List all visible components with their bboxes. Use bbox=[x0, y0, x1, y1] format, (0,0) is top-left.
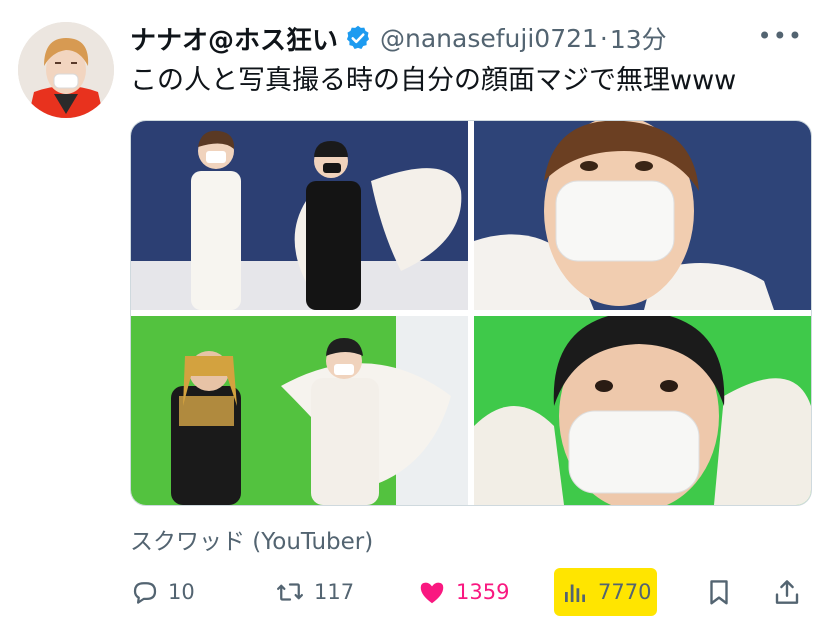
separator-dot: · bbox=[599, 23, 608, 53]
tagged-users[interactable]: スクワッド (YouTuber) bbox=[130, 522, 373, 556]
media-grid bbox=[130, 120, 812, 506]
photo-4[interactable] bbox=[474, 316, 811, 505]
action-bar: 10 117 1359 7770 bbox=[130, 568, 809, 616]
display-name[interactable]: ナナオ@ホス狂い bbox=[130, 20, 338, 57]
tweet-text: この人と写真撮る時の自分の顔面マジで無理www bbox=[130, 65, 737, 96]
views-button[interactable]: 7770 bbox=[554, 568, 658, 616]
share-button[interactable] bbox=[772, 568, 802, 616]
handle[interactable]: @nanasefuji0721 bbox=[380, 24, 598, 53]
like-count: 1359 bbox=[456, 580, 510, 604]
bookmark-button[interactable] bbox=[704, 568, 734, 616]
reply-button[interactable]: 10 bbox=[130, 568, 195, 616]
like-button[interactable]: 1359 bbox=[416, 568, 509, 616]
avatar[interactable] bbox=[18, 22, 114, 118]
photo-3[interactable] bbox=[131, 316, 468, 505]
verified-badge-icon bbox=[346, 25, 370, 49]
timestamp[interactable]: 13分 bbox=[610, 20, 667, 56]
retweet-icon bbox=[277, 583, 303, 601]
reply-icon bbox=[133, 582, 157, 604]
views-count: 7770 bbox=[598, 580, 652, 604]
heart-icon bbox=[420, 582, 444, 604]
share-icon bbox=[775, 580, 799, 604]
views-icon bbox=[565, 584, 585, 602]
reply-count: 10 bbox=[168, 580, 195, 604]
retweet-count: 117 bbox=[314, 580, 355, 604]
photo-2[interactable] bbox=[474, 121, 811, 310]
tweet-header: ナナオ@ホス狂い @nanasefuji0721 · 13分 ••• bbox=[130, 18, 817, 58]
bookmark-icon bbox=[710, 580, 728, 605]
retweet-button[interactable]: 117 bbox=[274, 568, 354, 616]
more-icon[interactable]: ••• bbox=[758, 22, 803, 50]
photo-1[interactable] bbox=[131, 121, 468, 310]
